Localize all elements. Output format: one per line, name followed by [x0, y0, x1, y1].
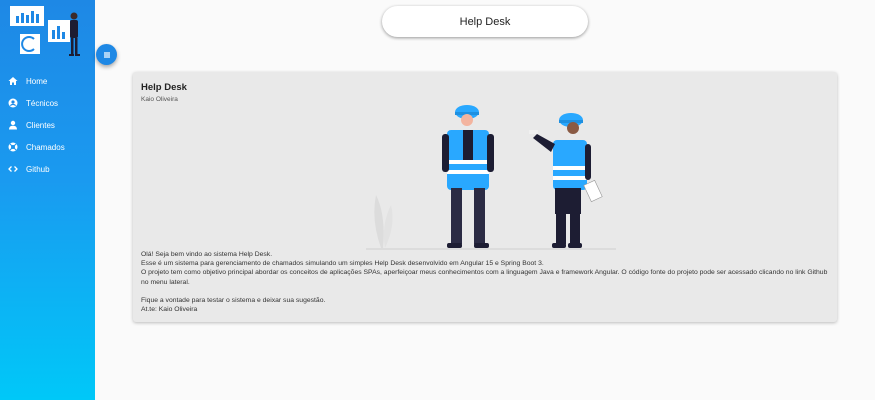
message-signature: At.te: Kaio Oliveira — [141, 306, 198, 314]
sidebar-nav: Home Técnicos Clientes Chamados Github — [0, 70, 95, 180]
code-icon — [8, 164, 18, 174]
sidebar-item-label: Clientes — [26, 120, 55, 130]
sidebar: Home Técnicos Clientes Chamados Github — [0, 0, 95, 400]
menu-icon — [103, 51, 110, 58]
header-title-pill: Help Desk — [382, 6, 588, 37]
message-line: Fique a vontade para testar o sistema e … — [141, 296, 326, 304]
sidebar-item-label: Chamados — [26, 142, 65, 152]
sidebar-item-tecnicos[interactable]: Técnicos — [0, 92, 95, 114]
workers-illustration — [366, 105, 616, 250]
sidebar-item-chamados[interactable]: Chamados — [0, 136, 95, 158]
person-icon — [8, 120, 18, 130]
support-icon — [8, 142, 18, 152]
account-circle-icon — [8, 98, 18, 108]
sidebar-item-github[interactable]: Github — [0, 158, 95, 180]
sidebar-item-label: Github — [26, 164, 50, 174]
sidebar-item-home[interactable]: Home — [0, 70, 95, 92]
card-subtitle: Kaio Oliveira — [141, 96, 178, 103]
home-icon — [8, 76, 18, 86]
message-line: Esse é um sistema para gerenciamento de … — [141, 260, 544, 268]
card-title: Help Desk — [141, 82, 187, 93]
sidebar-item-label: Home — [26, 76, 48, 86]
sidebar-item-clientes[interactable]: Clientes — [0, 114, 95, 136]
dashboard-illustration — [10, 6, 80, 56]
menu-toggle-button[interactable] — [96, 44, 117, 65]
welcome-message: Olá! Seja bem vindo ao sistema Help Desk… — [141, 250, 831, 314]
page-title: Help Desk — [459, 15, 511, 28]
message-line: O projeto tem como objetivo principal ab… — [141, 269, 828, 286]
welcome-card: Help Desk Kaio Oliveira Olá! Seja bem vi… — [133, 72, 837, 322]
sidebar-item-label: Técnicos — [26, 98, 59, 108]
message-line: Olá! Seja bem vindo ao sistema Help Desk… — [141, 251, 273, 258]
